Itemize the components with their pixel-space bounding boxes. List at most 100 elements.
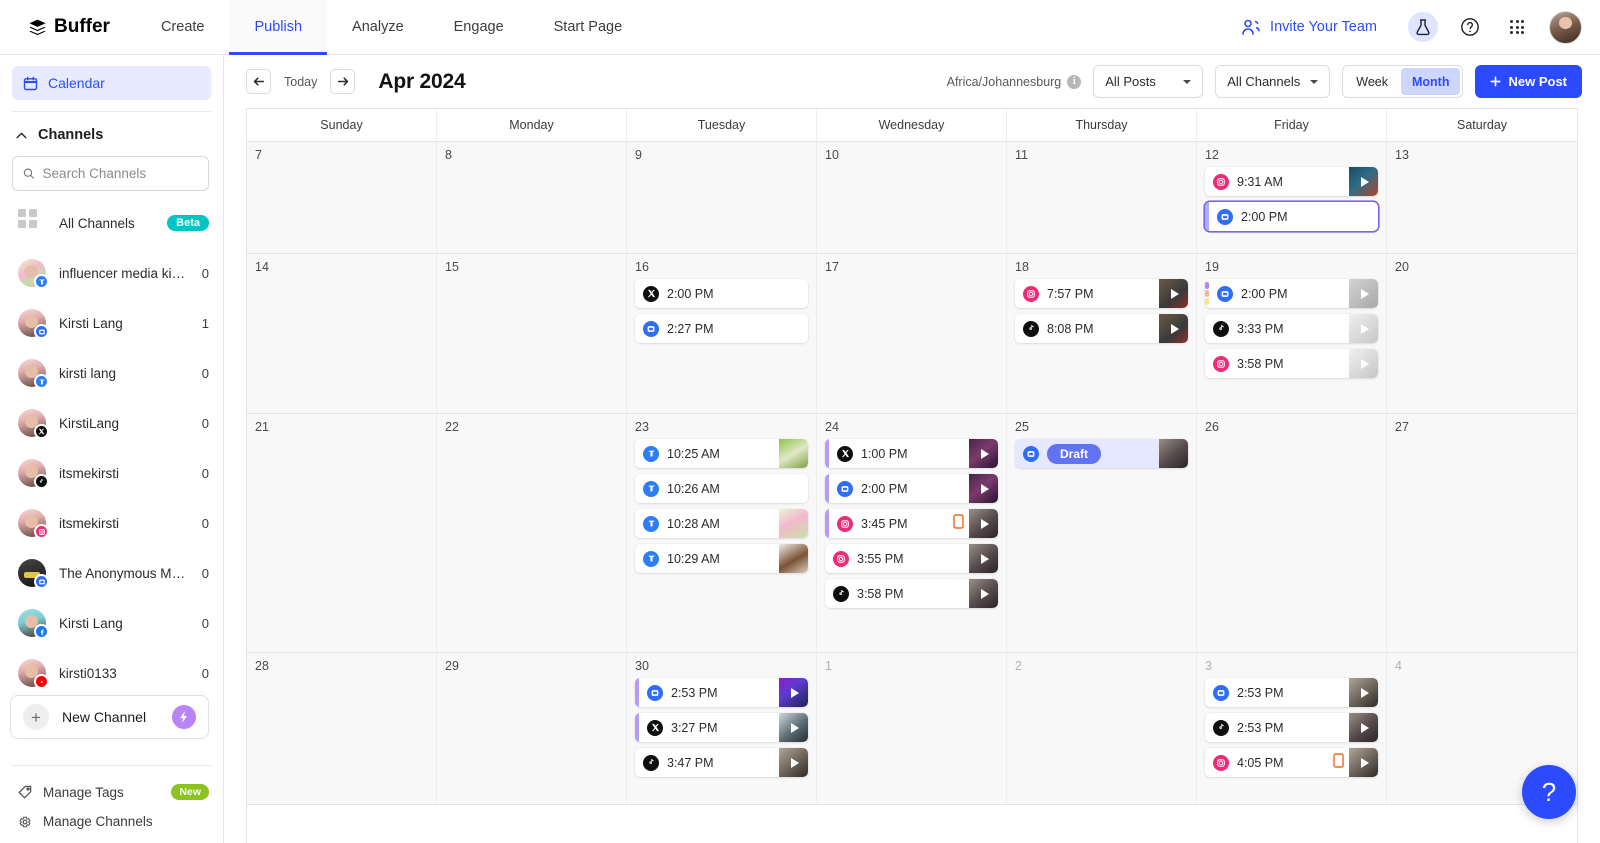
help-fab-button[interactable]: ? [1522,765,1576,819]
calendar-day-cell[interactable]: 22 [437,414,627,652]
timezone-label: Africa/Johannesburg [946,74,1062,89]
calendar-day-cell[interactable]: 25 Draft [1007,414,1197,652]
day-number: 4 [1395,659,1402,673]
calendar-day-cell[interactable]: 7 [247,142,437,253]
calendar-day-cell[interactable]: 9 [627,142,817,253]
sidebar-item-all-channels[interactable]: All Channels Beta [0,198,223,248]
channel-row[interactable]: Kirsti Lang 1 [0,298,223,348]
calendar-post-item[interactable]: 3:55 PM [825,544,998,573]
channel-row[interactable]: itsmekirsti 0 [0,448,223,498]
x-icon [837,445,853,462]
sidebar-item-manage-channels[interactable]: Manage Channels [0,807,223,843]
channels-section-header[interactable]: Channels [0,123,223,143]
calendar-post-item[interactable]: 3:58 PM [1205,349,1378,378]
lab-experiments-button[interactable] [1408,12,1438,42]
calendar-post-item[interactable]: 3:58 PM [825,579,998,608]
calendar-post-item[interactable]: 4:05 PM [1205,748,1378,777]
sidebar-item-calendar[interactable]: Calendar [12,66,211,100]
channel-row[interactable]: Kirsti Lang 0 [0,598,223,648]
calendar-day-cell[interactable]: 18 7:57 PM 8:08 PM [1007,254,1197,413]
calendar-post-item[interactable]: 10:26 AM [635,474,808,503]
calendar-day-cell[interactable]: 23 10:25 AM 10:26 AM 10:28 AM 10:29 AM [627,414,817,652]
help-button[interactable] [1455,12,1485,42]
info-icon[interactable]: i [1067,74,1082,89]
calendar-day-cell[interactable]: 2 [1007,653,1197,804]
calendar-post-item[interactable]: 2:00 PM [1205,202,1378,231]
nav-tab-start-page[interactable]: Start Page [529,0,648,54]
calendar-day-cell[interactable]: 14 [247,254,437,413]
post-time: 3:33 PM [1237,321,1284,336]
search-channels-box[interactable] [12,156,209,191]
nav-tab-label: Start Page [553,19,623,35]
calendar-day-cell[interactable]: 30 2:53 PM 3:27 PM 3:47 PM [627,653,817,804]
nav-tab-engage[interactable]: Engage [429,0,529,54]
calendar-post-item[interactable]: 3:27 PM [635,713,808,742]
brand-logo[interactable]: Buffer [0,0,136,54]
invite-your-team-button[interactable]: Invite Your Team [1241,18,1377,36]
calendar-post-item[interactable]: 2:27 PM [635,314,808,343]
view-toggle-month[interactable]: Month [1401,68,1461,95]
calendar-day-cell[interactable]: 26 [1197,414,1387,652]
calendar-day-cell[interactable]: 16 2:00 PM 2:27 PM [627,254,817,413]
calendar-post-item[interactable]: 3:47 PM [635,748,808,777]
calendar-day-cell[interactable]: 8 [437,142,627,253]
sidebar-item-manage-tags[interactable]: Manage Tags New [0,777,223,807]
calendar-day-cell[interactable]: 15 [437,254,627,413]
manage-tags-label: Manage Tags [43,784,124,800]
calendar-day-cell[interactable]: 24 1:00 PM 2:00 PM 3:45 PM 3:55 PM 3:58 PM [817,414,1007,652]
calendar-day-cell[interactable]: 17 [817,254,1007,413]
calendar-post-item[interactable]: 8:08 PM [1015,314,1188,343]
new-channel-button[interactable]: + New Channel [10,695,209,739]
channels-filter-dropdown[interactable]: All Channels [1215,65,1331,98]
calendar-post-item[interactable]: 10:25 AM [635,439,808,468]
calendar-day-cell[interactable]: 27 [1387,414,1577,652]
view-toggle-week[interactable]: Week [1345,68,1399,95]
posts-filter-dropdown[interactable]: All Posts [1093,65,1204,98]
calendar-post-item[interactable]: 2:00 PM [1205,279,1378,308]
calendar-post-item[interactable]: 1:00 PM [825,439,998,468]
new-post-button[interactable]: New Post [1475,65,1582,98]
calendar-post-item[interactable]: 2:00 PM [635,279,808,308]
calendar-post-item[interactable]: 7:57 PM [1015,279,1188,308]
channel-row[interactable]: itsmekirsti 0 [0,498,223,548]
calendar-day-cell[interactable]: 28 [247,653,437,804]
play-icon [790,757,799,768]
calendar-day-cell[interactable]: 21 [247,414,437,652]
nav-tab-analyze[interactable]: Analyze [327,0,429,54]
calendar-day-cell[interactable]: 12 9:31 AM 2:00 PM [1197,142,1387,253]
calendar-post-item[interactable]: 3:33 PM [1205,314,1378,343]
post-time: 2:53 PM [1237,685,1284,700]
calendar-day-cell[interactable]: 3 2:53 PM 2:53 PM 4:05 PM [1197,653,1387,804]
calendar-post-item[interactable]: Draft [1015,439,1188,468]
next-month-button[interactable] [330,69,356,94]
search-channels-input[interactable] [42,166,198,181]
search-icon [23,168,34,179]
calendar-post-item[interactable]: 2:53 PM [1205,713,1378,742]
calendar-day-cell[interactable]: 29 [437,653,627,804]
channel-row[interactable]: kirsti0133 0 [0,648,223,698]
calendar-day-cell[interactable]: 11 [1007,142,1197,253]
calendar-post-item[interactable]: 2:53 PM [635,678,808,707]
calendar-day-cell[interactable]: 19 2:00 PM 3:33 PM 3:58 PM [1197,254,1387,413]
nav-tab-create[interactable]: Create [136,0,230,54]
calendar-post-item[interactable]: 2:00 PM [825,474,998,503]
calendar-post-item[interactable]: 10:29 AM [635,544,808,573]
calendar-day-cell[interactable]: 13 [1387,142,1577,253]
previous-month-button[interactable] [246,69,271,94]
user-avatar[interactable] [1549,10,1582,44]
today-button[interactable]: Today [280,75,321,89]
calendar-day-cell[interactable]: 20 [1387,254,1577,413]
calendar-day-cell[interactable]: 1 [817,653,1007,804]
tiktok-icon [643,754,659,771]
calendar-post-item[interactable]: 3:45 PM [825,509,998,538]
channel-row[interactable]: influencer media kit te... 0 [0,248,223,298]
channel-row[interactable]: KirstiLang 0 [0,398,223,448]
calendar-day-cell[interactable]: 10 [817,142,1007,253]
calendar-post-item[interactable]: 2:53 PM [1205,678,1378,707]
nav-tab-publish[interactable]: Publish [229,0,328,55]
channel-row[interactable]: The Anonymous Marke... 0 [0,548,223,598]
calendar-post-item[interactable]: 10:28 AM [635,509,808,538]
apps-grid-button[interactable] [1502,12,1532,42]
calendar-post-item[interactable]: 9:31 AM [1205,167,1378,196]
channel-row[interactable]: kirsti lang 0 [0,348,223,398]
